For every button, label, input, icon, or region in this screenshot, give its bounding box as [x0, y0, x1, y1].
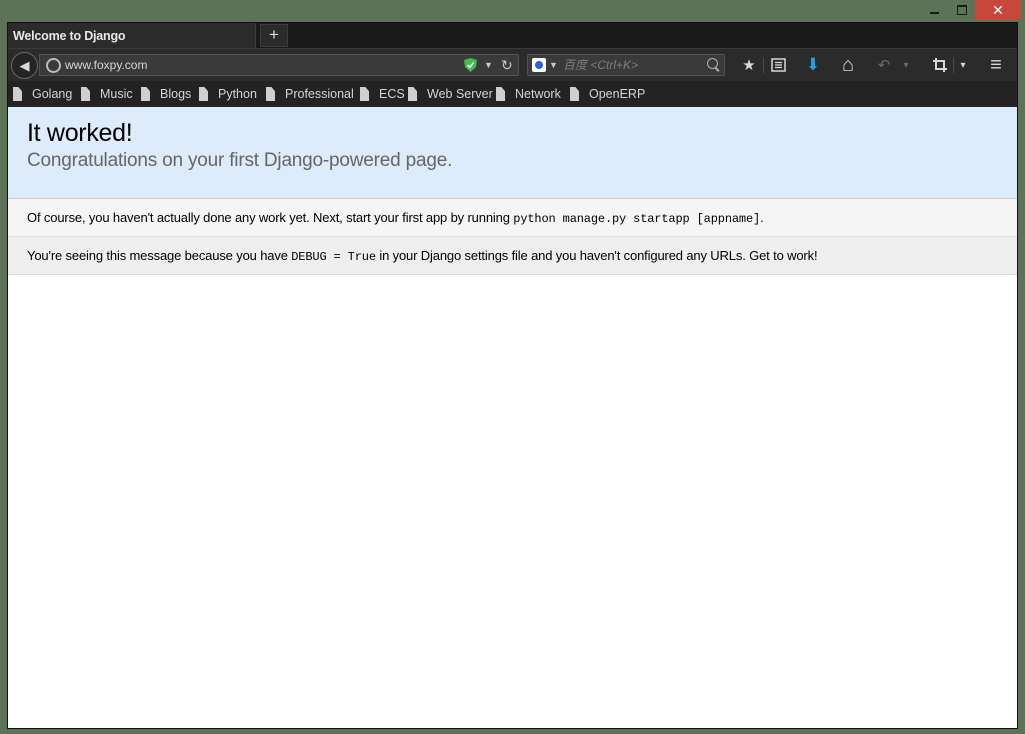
search-bar[interactable]: ▼ 百度 <Ctrl+K>: [527, 54, 725, 76]
tab-bar: Welcome to Django +: [8, 23, 1017, 48]
minimize-icon: [930, 12, 939, 14]
folder-icon: [81, 87, 90, 101]
instructions-text: Of course, you haven't actually done any…: [27, 210, 514, 225]
url-input[interactable]: www.foxpy.com: [65, 55, 147, 75]
instructions-end: .: [760, 210, 764, 225]
minimize-button[interactable]: [921, 0, 948, 20]
navigation-toolbar: ◀ www.foxpy.com ▼ ↻ ▼ 百度 <Ctrl+K> ★ ⬇ ⌂ …: [8, 48, 1017, 81]
back-button[interactable]: ◀: [11, 52, 38, 79]
tab-label: Welcome to Django: [13, 29, 126, 43]
crop-icon: [933, 58, 947, 72]
bookmark-label: Music: [100, 86, 133, 101]
bookmark-golang[interactable]: Golang: [13, 81, 72, 107]
reading-list-icon: [770, 58, 786, 72]
explanation-text: You're seeing this message because you h…: [27, 248, 292, 263]
instructions-section: Of course, you haven't actually done any…: [8, 199, 1017, 237]
bookmark-python[interactable]: Python: [199, 81, 257, 107]
download-icon: ⬇: [805, 55, 821, 74]
bookmark-label: ECS: [379, 86, 405, 101]
bookmark-music[interactable]: Music: [81, 81, 133, 107]
toolbar-separator: [953, 57, 954, 73]
menu-icon: ≡: [990, 53, 1002, 76]
crop-button[interactable]: [929, 54, 951, 76]
bookmark-professional[interactable]: Professional: [266, 81, 354, 107]
startapp-command: python manage.py startapp [appname]: [513, 212, 761, 226]
bookmark-ecs[interactable]: ECS: [360, 81, 405, 107]
home-button[interactable]: ⌂: [837, 54, 859, 76]
globe-icon: [46, 58, 61, 73]
page-title: It worked!: [27, 119, 133, 147]
bookmarks-toolbar: Golang Music Blogs Python Professional E…: [8, 81, 1017, 107]
browser-window: Welcome to Django + ◀ www.foxpy.com ▼ ↻ …: [7, 22, 1018, 729]
page-content: It worked! Congratulations on your first…: [8, 107, 1017, 728]
baidu-engine-icon[interactable]: [532, 58, 546, 72]
close-window-button[interactable]: ✕: [975, 0, 1021, 20]
bookmark-network[interactable]: Network: [496, 81, 561, 107]
explanation-end: in your Django settings file and you hav…: [375, 248, 818, 263]
page-subtitle: Congratulations on your first Django-pow…: [27, 150, 453, 171]
reload-icon[interactable]: ↻: [501, 55, 513, 75]
bookmark-label: Golang: [32, 86, 73, 101]
bookmark-label: Network: [515, 86, 561, 101]
debug-setting-code: DEBUG = True: [291, 250, 376, 264]
reading-list-button[interactable]: [767, 54, 789, 76]
window-controls: ✕: [921, 0, 1021, 22]
downloads-button[interactable]: ⬇: [802, 54, 824, 76]
folder-icon: [408, 87, 417, 101]
undo-button[interactable]: ↶: [874, 54, 894, 76]
back-arrow-icon: ◀: [19, 57, 30, 73]
bookmark-blogs[interactable]: Blogs: [141, 81, 191, 107]
bookmark-label: Web Server: [427, 86, 493, 101]
crop-dropdown[interactable]: ▾: [957, 54, 969, 76]
chevron-down-icon: ▾: [903, 59, 909, 71]
toolbar-separator: [763, 57, 764, 73]
bookmark-label: Python: [218, 86, 257, 101]
shield-check-icon[interactable]: [464, 58, 477, 72]
undo-icon: ↶: [877, 57, 891, 74]
folder-icon: [199, 87, 208, 101]
folder-icon: [141, 87, 150, 101]
menu-button[interactable]: ≡: [985, 54, 1007, 76]
bookmark-web-server[interactable]: Web Server: [408, 81, 493, 107]
explanation-section: You're seeing this message because you h…: [8, 237, 1017, 275]
home-icon: ⌂: [841, 53, 855, 76]
star-icon: ★: [742, 57, 756, 74]
bookmark-label: Professional: [285, 86, 354, 101]
chevron-down-icon: ▾: [960, 59, 966, 71]
search-icon[interactable]: [707, 58, 718, 69]
new-tab-button[interactable]: +: [260, 24, 288, 47]
folder-icon: [360, 87, 369, 101]
bookmark-label: Blogs: [160, 86, 192, 101]
bookmark-label: OpenERP: [589, 86, 646, 101]
folder-icon: [570, 87, 579, 101]
folder-icon: [496, 87, 505, 101]
engine-dropdown-icon[interactable]: ▼: [549, 55, 558, 75]
close-icon: ✕: [992, 1, 1004, 18]
url-bar[interactable]: www.foxpy.com ▼ ↻: [39, 54, 519, 76]
maximize-button[interactable]: [948, 0, 975, 20]
folder-icon: [266, 87, 275, 101]
bookmark-openerp[interactable]: OpenERP: [570, 81, 645, 107]
folder-icon: [13, 87, 22, 101]
undo-dropdown[interactable]: ▾: [900, 54, 912, 76]
search-input[interactable]: 百度 <Ctrl+K>: [563, 55, 638, 75]
url-dropdown-icon[interactable]: ▼: [484, 55, 493, 75]
plus-icon: +: [269, 25, 279, 44]
bookmark-star-button[interactable]: ★: [739, 54, 759, 76]
tab-welcome-to-django[interactable]: Welcome to Django: [8, 23, 256, 48]
maximize-icon: [956, 5, 967, 15]
summary-section: It worked! Congratulations on your first…: [8, 107, 1017, 199]
